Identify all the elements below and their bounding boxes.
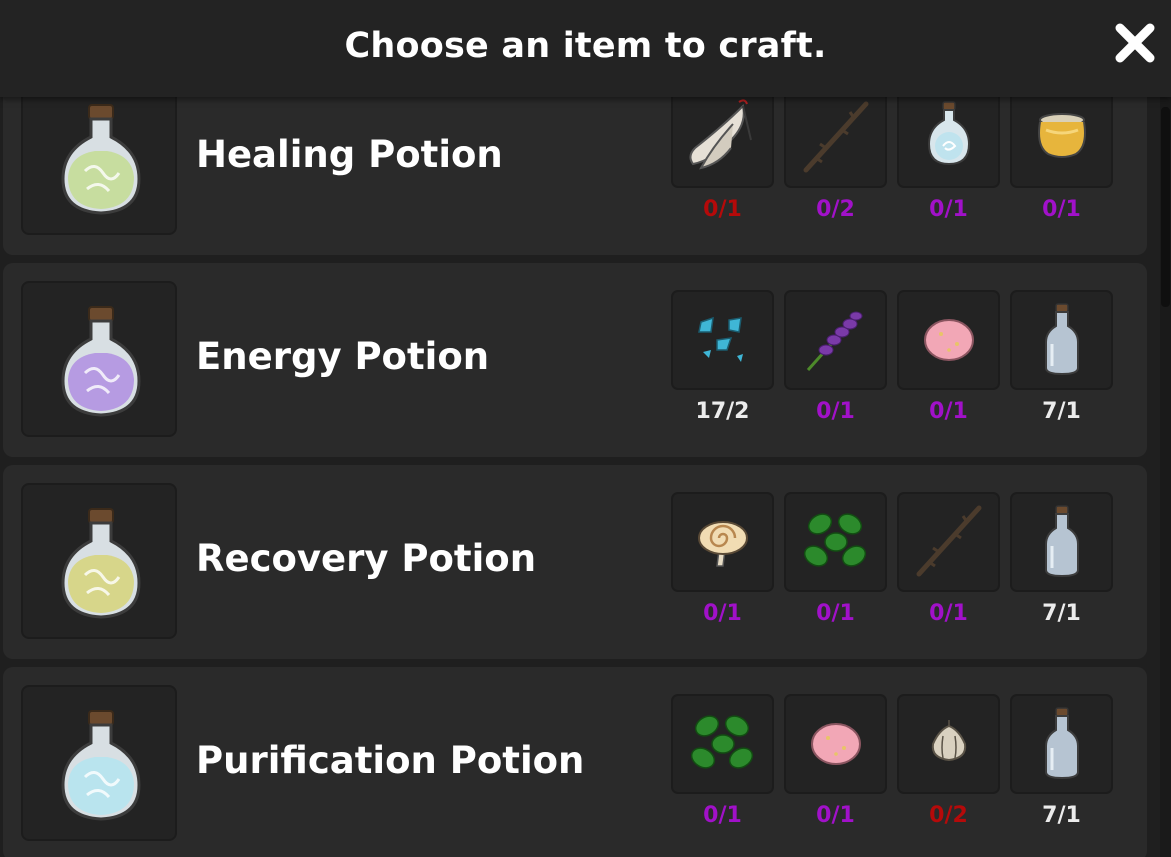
ingredient-count: 7/1	[1042, 399, 1081, 424]
ingredient-count: 0/1	[703, 197, 742, 222]
close-button[interactable]	[1112, 20, 1158, 66]
ingredient-slot[interactable]	[784, 694, 887, 794]
green-leaves-icon	[690, 715, 754, 769]
garlic-bulb-icon	[931, 720, 967, 762]
ingredient-count: 0/1	[703, 803, 742, 828]
ingredient-slot[interactable]	[671, 97, 774, 188]
potion-flask-green-icon	[61, 104, 141, 215]
ingredient-slot[interactable]	[1010, 290, 1113, 390]
recipe-icon-slot	[21, 685, 177, 841]
ingredient-slot[interactable]	[671, 694, 774, 794]
ingredient-count: 0/2	[816, 197, 855, 222]
recipe-row-recovery-potion[interactable]: Recovery Potion 0/1 0/1 0/1 7/1	[3, 465, 1147, 659]
page-title: Choose an item to craft.	[344, 26, 827, 66]
ingredient-slot[interactable]	[897, 492, 1000, 592]
ingredient-slot[interactable]	[1010, 97, 1113, 188]
recipe-name: Purification Potion	[196, 739, 585, 782]
ingredient-slot[interactable]	[1010, 694, 1113, 794]
thorny-twig-icon	[916, 505, 982, 577]
potion-flask-cyan-icon	[61, 710, 141, 821]
ingredient-slot[interactable]	[671, 492, 774, 592]
recipe-icon-slot	[21, 281, 177, 437]
ingredient-count: 0/1	[929, 197, 968, 222]
craft-header: Choose an item to craft.	[0, 0, 1171, 97]
feather-bundle-icon	[689, 99, 752, 170]
recipe-icon-slot	[21, 97, 177, 235]
ingredient-slot[interactable]	[671, 290, 774, 390]
pink-stone-icon	[811, 723, 861, 765]
ingredient-count: 0/1	[929, 399, 968, 424]
ingredient-count: 0/1	[929, 601, 968, 626]
potion-flask-purple-icon	[61, 306, 141, 417]
ingredient-count: 0/1	[816, 803, 855, 828]
ingredient-count: 0/1	[1042, 197, 1081, 222]
recipe-list[interactable]: Healing Potion 0/1 0/2 0/1 0/1 Energy Po…	[0, 97, 1160, 857]
ingredient-count: 0/1	[816, 399, 855, 424]
ingredient-count: 17/2	[695, 399, 750, 424]
close-icon	[1115, 23, 1155, 63]
recipe-row-healing-potion[interactable]: Healing Potion 0/1 0/2 0/1 0/1	[3, 97, 1147, 255]
scrollbar[interactable]	[1160, 97, 1171, 857]
ingredient-slot[interactable]	[897, 694, 1000, 794]
green-leaves-icon	[803, 513, 867, 567]
thorny-twig-icon	[803, 101, 869, 173]
empty-bottle-icon	[1045, 707, 1079, 780]
ingredient-slot[interactable]	[1010, 492, 1113, 592]
empty-bottle-icon	[1045, 303, 1079, 376]
swirl-mushroom-icon	[698, 521, 748, 567]
small-potion-blue-icon	[927, 101, 971, 166]
ingredient-slot[interactable]	[784, 290, 887, 390]
ingredient-count: 0/1	[703, 601, 742, 626]
pink-stone-icon	[924, 319, 974, 361]
honey-jar-icon	[1038, 113, 1086, 158]
potion-flask-yellow-icon	[61, 508, 141, 619]
ingredient-slot[interactable]	[897, 97, 1000, 188]
ingredient-count: 7/1	[1042, 803, 1081, 828]
recipe-name: Healing Potion	[196, 133, 503, 176]
recipe-name: Energy Potion	[196, 335, 490, 378]
ingredient-count: 7/1	[1042, 601, 1081, 626]
ingredient-count: 0/2	[929, 803, 968, 828]
ingredient-slot[interactable]	[897, 290, 1000, 390]
recipe-row-purification-potion[interactable]: Purification Potion 0/1 0/1 0/2 7/1	[3, 667, 1147, 857]
lavender-sprig-icon	[806, 311, 863, 371]
scrollbar-thumb[interactable]	[1161, 107, 1170, 307]
recipe-name: Recovery Potion	[196, 537, 537, 580]
ingredient-slot[interactable]	[784, 97, 887, 188]
ingredient-slot[interactable]	[784, 492, 887, 592]
recipe-row-energy-potion[interactable]: Energy Potion 17/2 0/1 0/1 7/1	[3, 263, 1147, 457]
recipe-icon-slot	[21, 483, 177, 639]
blue-crystal-shards-icon	[698, 316, 743, 362]
empty-bottle-icon	[1045, 505, 1079, 578]
ingredient-count: 0/1	[816, 601, 855, 626]
